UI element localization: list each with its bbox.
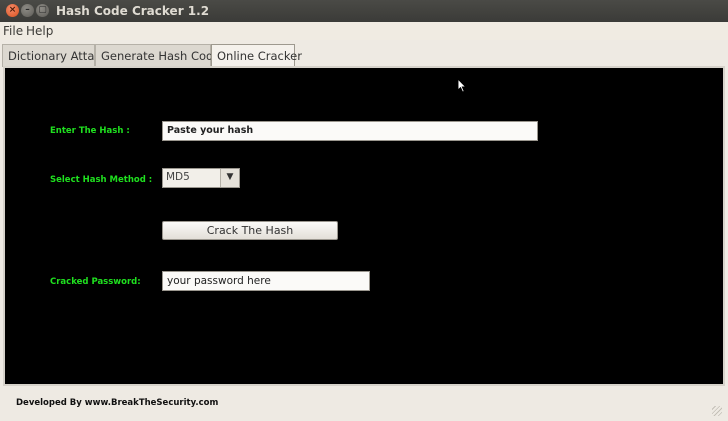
dropdown-arrow-icon[interactable]: ▼ — [220, 169, 239, 187]
cracked-password-field[interactable]: your password here — [162, 271, 370, 291]
crack-hash-button[interactable]: Crack The Hash — [162, 221, 338, 240]
menu-file[interactable]: File — [3, 24, 23, 38]
close-window-button[interactable]: × — [6, 4, 19, 17]
hash-method-label: Select Hash Method : — [50, 175, 153, 185]
tab-generate-hash-codes[interactable]: Generate Hash Codes — [95, 44, 226, 67]
hash-label: Enter The Hash : — [50, 126, 130, 136]
title-bar: × – ▢ Hash Code Cracker 1.2 — [0, 0, 728, 22]
resize-grip-icon[interactable] — [712, 406, 722, 416]
minimize-window-button[interactable]: – — [21, 4, 34, 17]
mouse-pointer-icon — [457, 78, 467, 93]
online-cracker-panel — [3, 66, 725, 386]
tab-dictionary-attack[interactable]: Dictionary Attack — [2, 44, 107, 67]
developer-credit: Developed By www.BreakTheSecurity.com — [16, 398, 219, 408]
hash-input[interactable]: Paste your hash — [162, 121, 538, 141]
hash-method-value: MD5 — [166, 171, 190, 183]
window-title: Hash Code Cracker 1.2 — [56, 4, 210, 18]
hash-method-select[interactable]: MD5 ▼ — [162, 168, 240, 188]
tab-online-cracker[interactable]: Online Cracker — [211, 44, 302, 67]
maximize-window-button[interactable]: ▢ — [36, 4, 49, 17]
menu-help[interactable]: Help — [26, 24, 53, 38]
menu-bar: File Help — [0, 22, 728, 40]
cracked-password-label: Cracked Password: — [50, 277, 141, 287]
